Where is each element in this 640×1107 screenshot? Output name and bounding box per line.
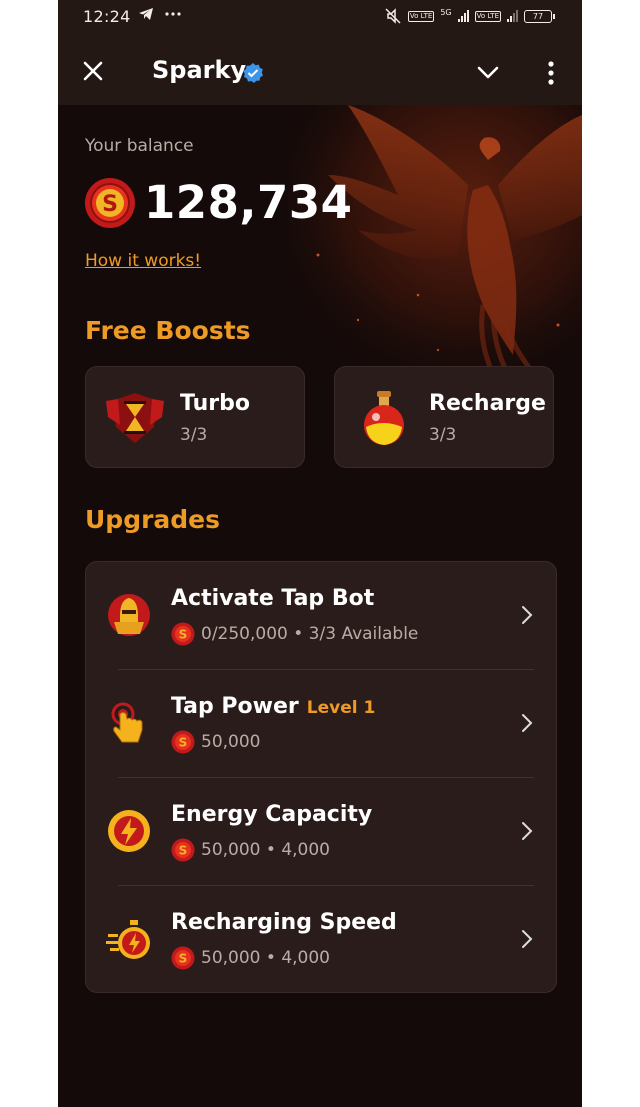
svg-text:S: S	[102, 192, 118, 217]
volte-tag-2: Vo LTE	[474, 10, 501, 22]
telegram-icon	[139, 8, 153, 20]
chevron-right-icon	[522, 714, 533, 732]
upgrade-cost: 50,000	[201, 732, 261, 752]
upgrade-cost: 0/250,000 • 3/3 Available	[201, 624, 419, 644]
phoenix-illustration	[288, 105, 582, 385]
balance-label: Your balance	[85, 136, 194, 156]
upgrade-cost: 50,000 • 4,000	[201, 840, 330, 860]
svg-text:S: S	[179, 736, 188, 750]
balance-value: 128,734	[144, 176, 353, 229]
hourglass-shield-icon	[106, 393, 164, 443]
chevron-right-icon	[522, 606, 533, 624]
app-header: Sparky	[58, 34, 582, 105]
boost-card-recharge[interactable]: Recharge 3/3	[334, 366, 554, 468]
upgrade-energy-capacity[interactable]: Energy Capacity S 50,000 • 4,000	[86, 778, 558, 886]
mute-icon	[385, 8, 401, 24]
upgrade-cost: 50,000 • 4,000	[201, 948, 330, 968]
more-options-icon[interactable]	[546, 60, 556, 86]
5g-tag: 5G	[440, 8, 452, 17]
status-time: 12:24	[83, 7, 131, 26]
more-dots-icon	[165, 12, 181, 16]
upgrade-name: Tap Power Level 1	[171, 694, 376, 719]
upgrade-name: Activate Tap Bot	[171, 586, 375, 611]
signal-icon-2	[507, 10, 518, 22]
close-icon[interactable]	[80, 58, 106, 84]
verified-badge-icon	[243, 63, 263, 83]
boost-name: Turbo	[180, 391, 250, 416]
status-bar: 12:24 Vo LTE 5G Vo LTE 77	[58, 0, 582, 34]
potion-icon	[364, 391, 404, 445]
boost-count: 3/3	[180, 425, 208, 445]
signal-icon	[457, 10, 469, 22]
how-it-works-link[interactable]: How it works!	[85, 251, 201, 271]
tap-hand-icon	[111, 702, 143, 743]
svg-text:S: S	[179, 628, 188, 642]
lightning-icon	[108, 810, 150, 852]
boost-name: Recharge	[429, 391, 546, 416]
coin-icon: S	[171, 730, 195, 754]
upgrade-name: Energy Capacity	[171, 802, 373, 827]
coin-icon: S	[171, 622, 195, 646]
chevron-right-icon	[522, 822, 533, 840]
bot-title: Sparky	[152, 56, 247, 84]
app-screen: 12:24 Vo LTE 5G Vo LTE 77 Sparky Your ba…	[58, 0, 582, 1107]
upgrade-recharging-speed[interactable]: Recharging Speed S 50,000 • 4,000	[86, 886, 558, 994]
battery-icon: 77	[524, 9, 555, 23]
boost-card-turbo[interactable]: Turbo 3/3	[85, 366, 305, 468]
free-boosts-title: Free Boosts	[85, 316, 251, 345]
chevron-down-icon[interactable]	[476, 62, 500, 82]
coin-icon: S	[85, 178, 135, 228]
upgrade-tap-power[interactable]: Tap Power Level 1 S 50,000	[86, 670, 558, 778]
coin-icon: S	[171, 946, 195, 970]
helmet-icon	[108, 594, 150, 636]
coin-icon: S	[171, 838, 195, 862]
svg-text:S: S	[179, 952, 188, 966]
upgrade-level-badge: Level 1	[306, 698, 376, 718]
chevron-right-icon	[522, 930, 533, 948]
upgrades-title: Upgrades	[85, 505, 221, 534]
upgrades-list: Activate Tap Bot S 0/250,000 • 3/3 Avail…	[85, 561, 557, 993]
upgrade-name: Recharging Speed	[171, 910, 397, 935]
boost-count: 3/3	[429, 425, 457, 445]
stopwatch-icon	[106, 920, 150, 959]
upgrade-activate-tap-bot[interactable]: Activate Tap Bot S 0/250,000 • 3/3 Avail…	[86, 562, 558, 670]
volte-tag: Vo LTE	[407, 10, 435, 22]
svg-text:S: S	[179, 844, 188, 858]
